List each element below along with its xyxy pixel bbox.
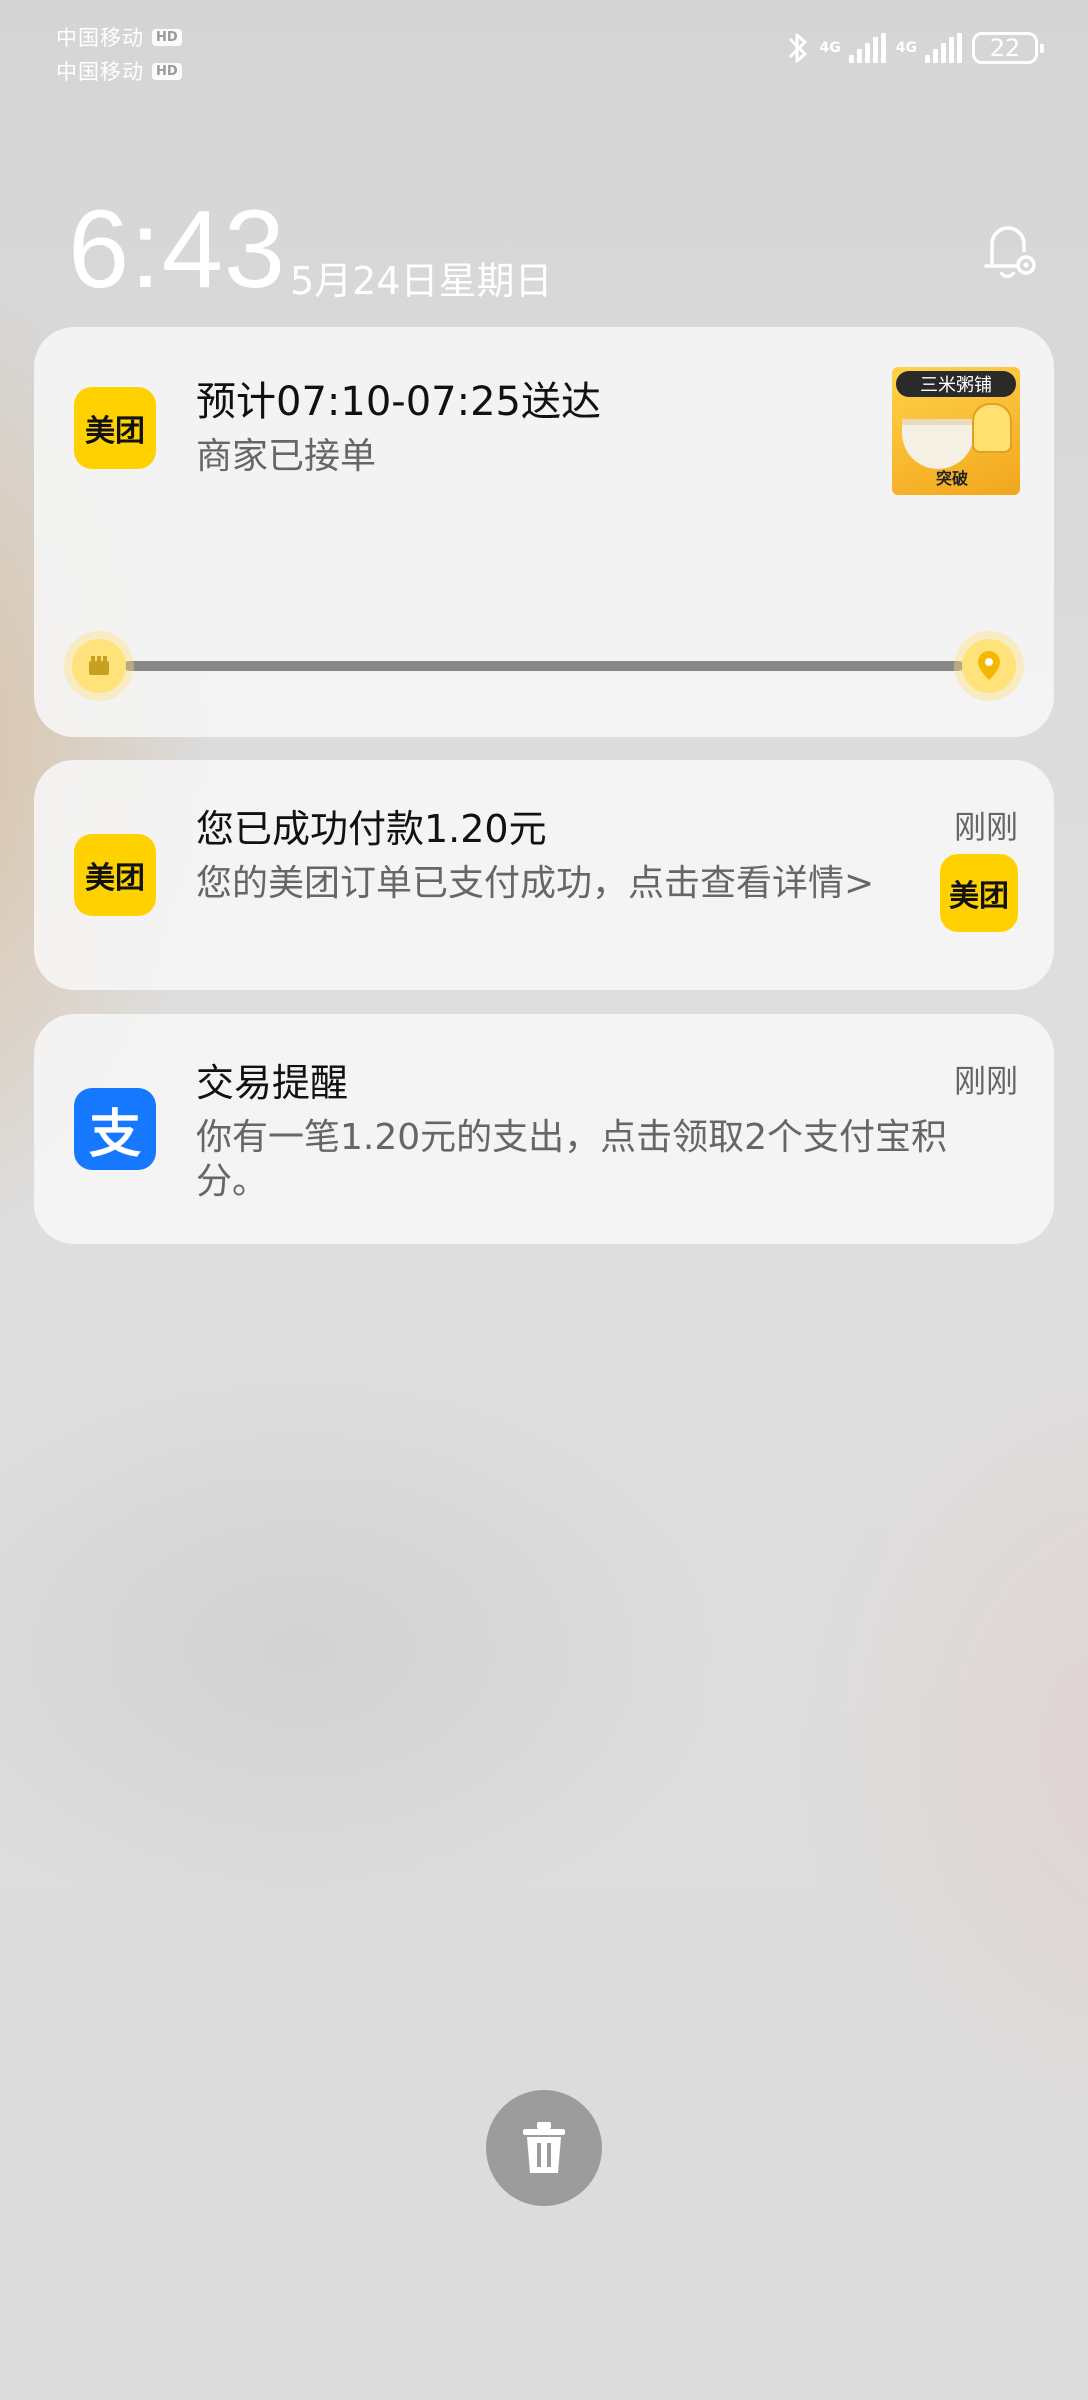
alipay-notification-card[interactable]: 支 交易提醒 刚刚 你有一笔1.20元的支出，点击领取2个支付宝积分。: [34, 1014, 1054, 1244]
meituan-app-icon: 美团: [74, 834, 156, 916]
carrier-line-2: 中国移动 HD: [56, 56, 182, 86]
meituan-app-icon: 美团: [74, 387, 156, 469]
carrier-name: 中国移动: [56, 60, 144, 84]
notification-title: 预计07:10-07:25送达: [196, 379, 601, 425]
carrier-name: 中国移动: [56, 26, 144, 50]
notification-time: 刚刚: [953, 808, 1018, 846]
notification-body: 你有一笔1.20元的支出，点击领取2个支付宝积分。: [196, 1117, 948, 1202]
hd-badge: HD: [152, 62, 182, 80]
store-name-label: 三米粥铺: [896, 371, 1016, 397]
lockscreen-date: 5月24日星期日: [290, 259, 553, 303]
network-type-label: 4G: [895, 40, 917, 56]
signal-icon: [848, 33, 886, 63]
notification-settings-icon[interactable]: [968, 210, 1048, 290]
clear-notifications-button[interactable]: [486, 2090, 602, 2206]
trash-icon: [523, 2122, 565, 2173]
notification-time: 刚刚: [953, 1062, 1018, 1100]
porridge-bowl-image: [902, 419, 974, 469]
status-icons: 4G 4G 22: [786, 30, 1044, 66]
delivery-progress-bar: [124, 661, 964, 671]
promo-badge: 突破: [936, 469, 969, 488]
mascot-image: [972, 403, 1012, 453]
notification-subtitle: 商家已接单: [196, 436, 377, 477]
notification-title: 您已成功付款1.20元: [196, 807, 547, 851]
delivery-notification-card[interactable]: 美团 预计07:10-07:25送达 商家已接单 三米粥铺 突破: [34, 327, 1054, 737]
carrier-line-1: 中国移动 HD: [56, 22, 182, 52]
lockscreen-time: 6:43: [68, 188, 287, 311]
payment-notification-card[interactable]: 美团 您已成功付款1.20元 刚刚 您的美团订单已支付成功，点击查看详情> 美团: [34, 760, 1054, 990]
battery-indicator: 22: [972, 32, 1044, 64]
hd-badge: HD: [152, 28, 182, 46]
store-thumbnail: 三米粥铺 突破: [892, 367, 1020, 495]
notification-body: 您的美团订单已支付成功，点击查看详情>: [196, 863, 875, 904]
destination-pin-icon: [962, 639, 1016, 693]
network-type-label: 4G: [819, 40, 841, 56]
bluetooth-icon: [788, 33, 807, 63]
alipay-app-icon: 支: [74, 1088, 156, 1170]
meituan-badge-icon: 美团: [940, 854, 1018, 932]
store-pin-icon: [72, 639, 126, 693]
notification-title: 交易提醒: [196, 1061, 349, 1105]
signal-icon: [925, 33, 962, 63]
